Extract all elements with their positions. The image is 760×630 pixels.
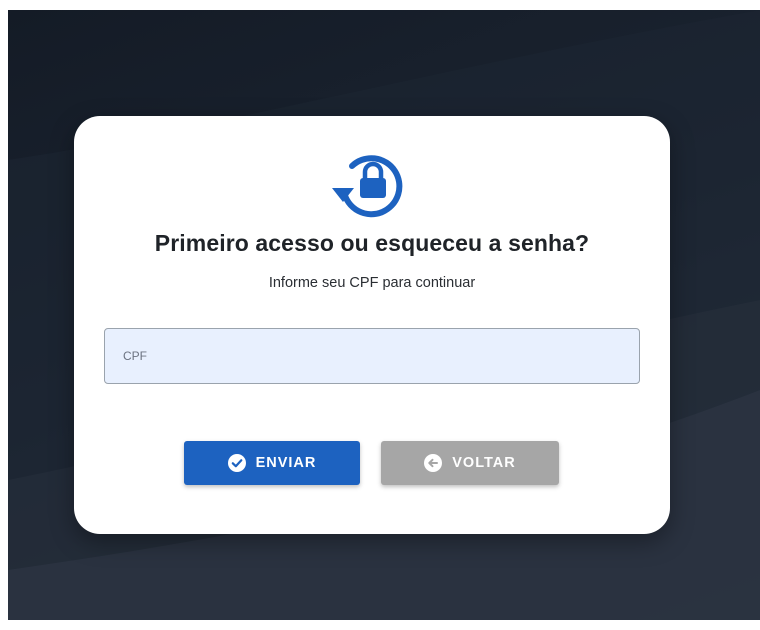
cpf-field[interactable]	[104, 328, 640, 384]
cpf-input[interactable]	[105, 329, 639, 383]
arrow-left-circle-icon	[424, 454, 443, 472]
password-reset-card: Primeiro acesso ou esqueceu a senha? Inf…	[74, 116, 670, 534]
back-button[interactable]: VOLTAR	[381, 441, 559, 485]
send-button-label: ENVIAR	[255, 455, 317, 471]
back-button-label: VOLTAR	[452, 455, 516, 471]
check-circle-icon	[227, 454, 246, 472]
lock-reset-icon	[332, 155, 403, 218]
send-button[interactable]: ENVIAR	[184, 441, 360, 485]
page-title: Primeiro acesso ou esqueceu a senha?	[154, 230, 590, 256]
page-subtitle: Informe seu CPF para continuar	[268, 275, 476, 291]
page-background: Primeiro acesso ou esqueceu a senha? Inf…	[8, 10, 760, 620]
